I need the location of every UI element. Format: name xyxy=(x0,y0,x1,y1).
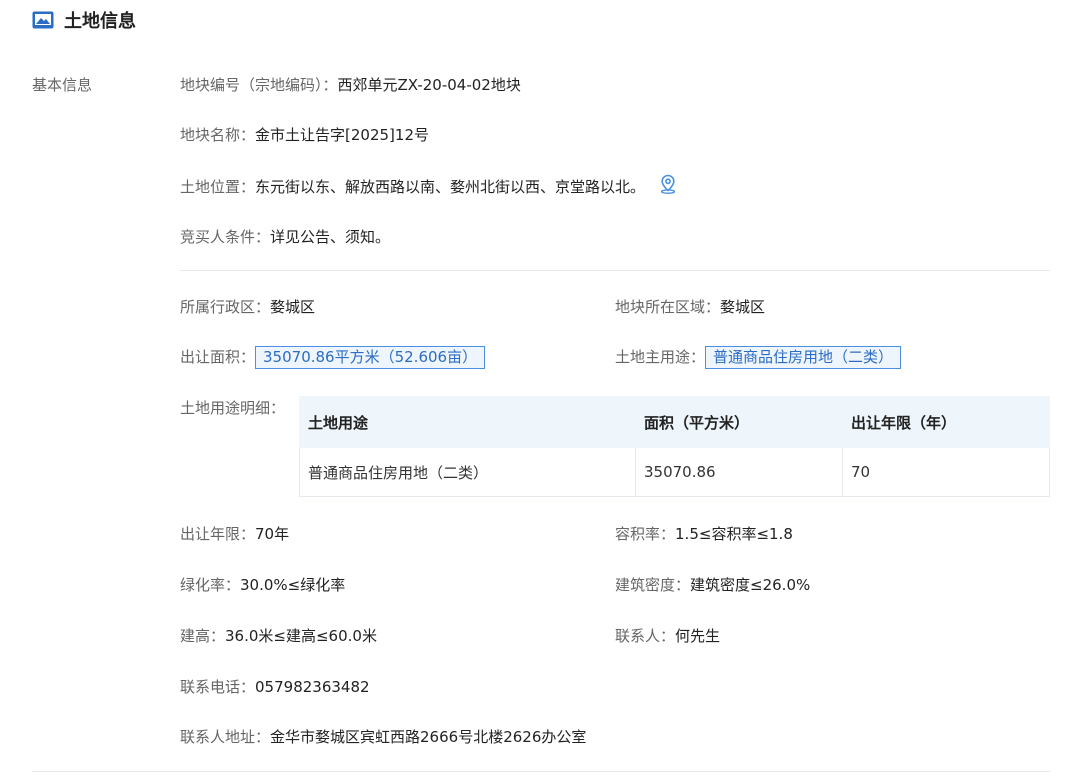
cell-use: 普通商品住房用地（二类） xyxy=(299,447,636,497)
parcel-code-label: 地块编号（宗地编码）： xyxy=(180,76,338,94)
section-label: 基本信息 xyxy=(32,76,93,94)
col-header-area: 面积（平方米） xyxy=(635,396,843,448)
green-row: 绿化率：30.0%≤绿化率 xyxy=(180,573,345,597)
density-row: 建筑密度：建筑密度≤26.0% xyxy=(615,573,810,597)
region-value: 婺城区 xyxy=(720,298,766,316)
location-label: 土地位置： xyxy=(180,178,256,196)
location-row: 土地位置：东元街以东、解放西路以南、婺州北街以西、京堂路以北。 xyxy=(180,174,677,201)
parcel-name-value: 金市土让告字[2025]12号 xyxy=(255,126,429,144)
density-label: 建筑密度： xyxy=(615,576,691,594)
district-value: 婺城区 xyxy=(270,298,316,316)
density-value: 建筑密度≤26.0% xyxy=(690,576,811,594)
district-row: 所属行政区：婺城区 xyxy=(180,295,315,319)
region-row: 地块所在区域：婺城区 xyxy=(615,295,765,319)
region-label: 地块所在区域： xyxy=(615,298,721,316)
bidder-label: 竞买人条件： xyxy=(180,228,271,246)
phone-value: 057982363482 xyxy=(255,678,370,696)
bottom-divider xyxy=(32,771,1050,772)
area-row: 出让面积： 35070.86平方米（52.606亩） xyxy=(180,345,486,369)
section-header: 土地信息 xyxy=(32,7,136,33)
contact-label: 联系人： xyxy=(615,627,676,645)
use-detail-label: 土地用途明细： xyxy=(180,396,285,420)
far-label: 容积率： xyxy=(615,525,676,543)
usage-table: 土地用途 面积（平方米） 出让年限（年） 普通商品住房用地（二类） 35070.… xyxy=(299,396,1050,497)
cell-area: 35070.86 xyxy=(635,447,843,497)
height-value: 36.0米≤建高≤60.0米 xyxy=(225,627,377,645)
address-value: 金华市婺城区宾虹西路2666号北楼2626办公室 xyxy=(270,728,587,746)
height-row: 建高：36.0米≤建高≤60.0米 xyxy=(180,624,377,648)
cell-term: 70 xyxy=(842,447,1050,497)
district-label: 所属行政区： xyxy=(180,298,271,316)
parcel-name-label: 地块名称： xyxy=(180,126,256,144)
parcel-code-value: 西郊单元ZX-20-04-02地块 xyxy=(337,76,521,94)
term-row: 出让年限：70年 xyxy=(180,522,289,546)
height-label: 建高： xyxy=(180,627,226,645)
use-detail-label-text: 土地用途明细： xyxy=(180,399,286,417)
term-value: 70年 xyxy=(255,525,290,543)
col-header-use: 土地用途 xyxy=(299,396,636,448)
bidder-row: 竞买人条件：详见公告、须知。 xyxy=(180,225,390,249)
green-value: 30.0%≤绿化率 xyxy=(240,576,346,594)
area-value: 35070.86平方米（52.606亩） xyxy=(255,346,486,369)
contact-row: 联系人：何先生 xyxy=(615,624,720,648)
phone-row: 联系电话：057982363482 xyxy=(180,675,370,699)
area-label: 出让面积： xyxy=(180,348,256,366)
image-icon xyxy=(32,11,54,29)
address-label: 联系人地址： xyxy=(180,728,271,746)
phone-label: 联系电话： xyxy=(180,678,256,696)
term-label: 出让年限： xyxy=(180,525,256,543)
parcel-code-row: 地块编号（宗地编码）：西郊单元ZX-20-04-02地块 xyxy=(180,73,521,97)
table-row: 普通商品住房用地（二类） 35070.86 70 xyxy=(299,447,1050,497)
page-title: 土地信息 xyxy=(64,11,136,32)
col-header-term: 出让年限（年） xyxy=(842,396,1050,448)
bidder-value: 详见公告、须知。 xyxy=(270,228,391,246)
far-value: 1.5≤容积率≤1.8 xyxy=(675,525,793,543)
main-use-row: 土地主用途： 普通商品住房用地（二类） xyxy=(615,345,902,369)
location-value: 东元街以东、解放西路以南、婺州北街以西、京堂路以北。 xyxy=(255,178,646,196)
map-pin-icon[interactable] xyxy=(659,174,677,201)
far-row: 容积率：1.5≤容积率≤1.8 xyxy=(615,522,793,546)
green-label: 绿化率： xyxy=(180,576,241,594)
main-use-value: 普通商品住房用地（二类） xyxy=(705,346,902,369)
main-use-label: 土地主用途： xyxy=(615,348,706,366)
divider xyxy=(180,270,1050,271)
address-row: 联系人地址：金华市婺城区宾虹西路2666号北楼2626办公室 xyxy=(180,725,586,749)
parcel-name-row: 地块名称：金市土让告字[2025]12号 xyxy=(180,123,429,147)
contact-value: 何先生 xyxy=(675,627,721,645)
table-header-row: 土地用途 面积（平方米） 出让年限（年） xyxy=(299,396,1050,448)
